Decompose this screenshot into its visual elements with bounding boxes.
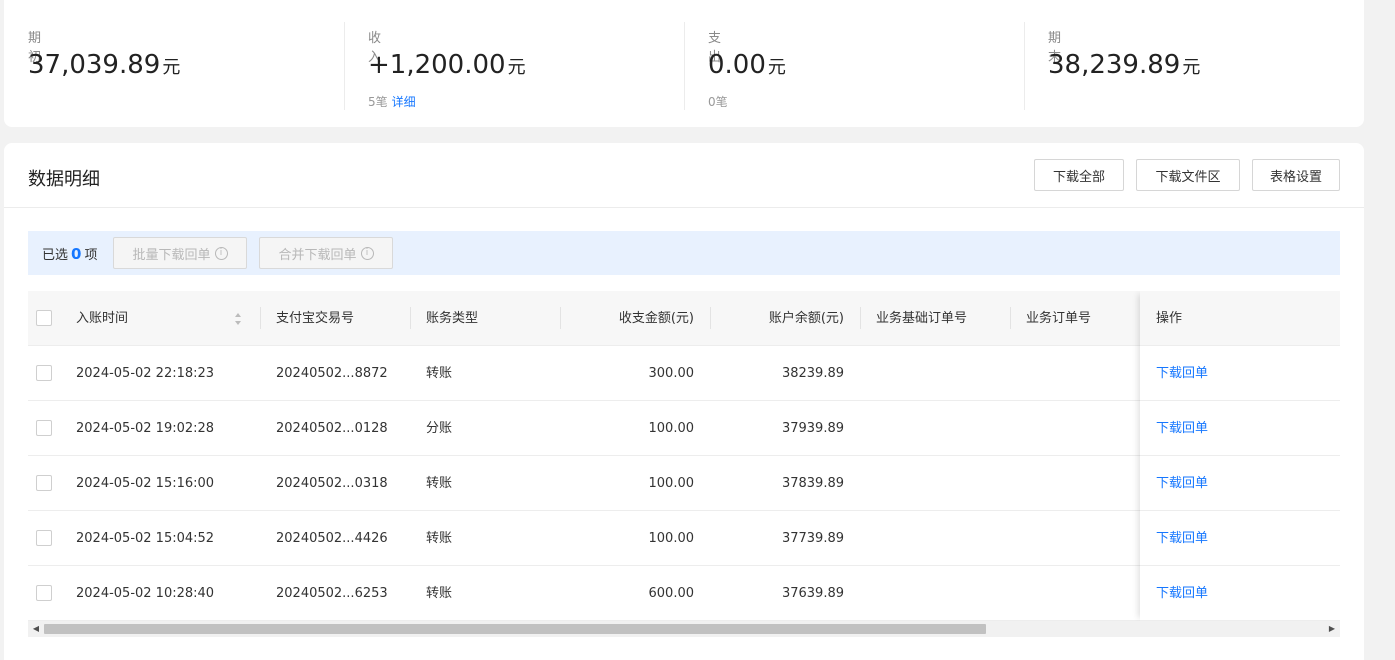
- table-settings-button[interactable]: 表格设置: [1252, 159, 1340, 191]
- detail-title: 数据明细: [28, 169, 100, 190]
- cell-balance: 38239.89: [781, 366, 844, 381]
- selection-prefix: 已选: [42, 248, 69, 263]
- header-divider: [4, 207, 1364, 208]
- download-all-button[interactable]: 下载全部: [1034, 159, 1124, 191]
- opening-value: 37,039.89 元: [28, 50, 180, 80]
- expense-unit: 元: [767, 57, 786, 78]
- cell-balance: 37739.89: [781, 531, 844, 546]
- col-header-trade-no: 支付宝交易号: [276, 311, 355, 326]
- col-header-type: 账务类型: [426, 311, 479, 326]
- closing-unit: 元: [1182, 57, 1201, 78]
- cell-trade-no: 20240502...0128: [276, 421, 388, 436]
- download-receipt-link[interactable]: 下载回单: [1156, 511, 1208, 566]
- download-receipt-link[interactable]: 下载回单: [1156, 456, 1208, 511]
- closing-amount: 38,239.89: [1048, 50, 1181, 80]
- expense-count: 0笔: [708, 95, 728, 109]
- cell-trade-no: 20240502...8872: [276, 366, 388, 381]
- batch-download-button[interactable]: 批量下载回单 i: [113, 237, 247, 269]
- cell-time: 2024-05-02 10:28:40: [76, 586, 215, 601]
- cell-type: 转账: [426, 531, 453, 546]
- table-row: 2024-05-02 15:16:00 20240502...0318 转账 1…: [28, 456, 1340, 511]
- income-value: +1,200.00 元: [368, 50, 526, 80]
- opening-amount: 37,039.89: [28, 50, 161, 80]
- scroll-left-arrow-icon[interactable]: ◀: [28, 621, 44, 637]
- income-count: 5笔: [368, 95, 388, 109]
- download-receipt-link[interactable]: 下载回单: [1156, 401, 1208, 456]
- column-separator: [860, 307, 861, 329]
- income-amount: +1,200.00: [368, 50, 506, 80]
- col-header-amount: 收支金额(元): [618, 311, 694, 326]
- row-checkbox[interactable]: [36, 420, 52, 436]
- download-receipt-link[interactable]: 下载回单: [1156, 346, 1208, 401]
- stat-divider: [1024, 22, 1025, 110]
- selection-count: 0: [71, 245, 82, 263]
- expense-sub: 0笔: [708, 93, 728, 110]
- data-detail-card: 数据明细 下载全部 下载文件区 表格设置 已选 0 项 批量下载回单 i 合并下载回…: [4, 143, 1364, 660]
- cell-trade-no: 20240502...4426: [276, 531, 388, 546]
- table-row: 2024-05-02 22:18:23 20240502...8872 转账 3…: [28, 346, 1340, 401]
- cell-amount: 600.00: [648, 586, 695, 601]
- cell-balance: 37839.89: [781, 476, 844, 491]
- select-all-checkbox[interactable]: [36, 310, 52, 326]
- scrollbar-thumb[interactable]: [44, 624, 986, 634]
- selection-suffix: 项: [84, 248, 98, 263]
- info-icon: i: [360, 246, 374, 260]
- col-header-base-order: 业务基础订单号: [876, 311, 968, 326]
- column-separator: [410, 307, 411, 329]
- income-detail-link[interactable]: 详细: [392, 95, 416, 109]
- cell-time: 2024-05-02 22:18:23: [76, 366, 215, 381]
- sort-icon[interactable]: [234, 312, 242, 326]
- income-sub: 5笔 详细: [368, 93, 416, 110]
- row-checkbox[interactable]: [36, 530, 52, 546]
- column-separator: [260, 307, 261, 329]
- closing-value: 38,239.89 元: [1048, 50, 1200, 80]
- cell-time: 2024-05-02 15:04:52: [76, 531, 215, 546]
- income-unit: 元: [507, 57, 526, 78]
- download-receipt-link[interactable]: 下载回单: [1156, 566, 1208, 621]
- cell-balance: 37639.89: [781, 586, 844, 601]
- cell-time: 2024-05-02 19:02:28: [76, 421, 215, 436]
- stat-divider: [344, 22, 345, 110]
- merge-download-label: 合并下载回单: [278, 247, 357, 263]
- cell-type: 分账: [426, 421, 453, 436]
- summary-card: 期初 37,039.89 元 收入 +1,200.00 元 5笔 详细 支出 0.00…: [4, 0, 1364, 127]
- col-header-order: 业务订单号: [1026, 311, 1092, 326]
- selection-bar: 已选 0 项 批量下载回单 i 合并下载回单 i: [28, 231, 1340, 275]
- opening-unit: 元: [162, 57, 181, 78]
- horizontal-scrollbar[interactable]: ◀ ▶: [28, 621, 1340, 637]
- col-header-time[interactable]: 入账时间: [76, 291, 128, 346]
- scroll-right-arrow-icon[interactable]: ▶: [1324, 621, 1340, 637]
- transactions-table: 入账时间 支付宝交易号 账务类型 收支金额(元) 账户余额(元) 业务基础订单号…: [28, 291, 1340, 621]
- expense-amount: 0.00: [708, 50, 766, 80]
- column-separator: [1010, 307, 1011, 329]
- cell-type: 转账: [426, 586, 453, 601]
- expense-value: 0.00 元: [708, 50, 786, 80]
- cell-amount: 300.00: [648, 366, 695, 381]
- cell-amount: 100.00: [648, 531, 695, 546]
- row-checkbox[interactable]: [36, 365, 52, 381]
- cell-time: 2024-05-02 15:16:00: [76, 476, 215, 491]
- row-checkbox[interactable]: [36, 585, 52, 601]
- selection-summary: 已选 0 项: [42, 244, 97, 263]
- row-checkbox[interactable]: [36, 475, 52, 491]
- cell-amount: 100.00: [648, 421, 695, 436]
- cell-balance: 37939.89: [781, 421, 844, 436]
- col-header-action: 操作: [1156, 311, 1183, 326]
- cell-trade-no: 20240502...6253: [276, 586, 388, 601]
- table-row: 2024-05-02 15:04:52 20240502...4426 转账 1…: [28, 511, 1340, 566]
- download-area-button[interactable]: 下载文件区: [1136, 159, 1240, 191]
- table-header: 入账时间 支付宝交易号 账务类型 收支金额(元) 账户余额(元) 业务基础订单号…: [28, 291, 1340, 346]
- cell-type: 转账: [426, 476, 453, 491]
- col-header-balance: 账户余额(元): [768, 311, 844, 326]
- table-row: 2024-05-02 19:02:28 20240502...0128 分账 1…: [28, 401, 1340, 456]
- cell-type: 转账: [426, 366, 453, 381]
- merge-download-button[interactable]: 合并下载回单 i: [259, 237, 393, 269]
- stat-divider: [684, 22, 685, 110]
- cell-amount: 100.00: [648, 476, 695, 491]
- cell-trade-no: 20240502...0318: [276, 476, 388, 491]
- batch-download-label: 批量下载回单: [132, 247, 211, 263]
- table-row: 2024-05-02 10:28:40 20240502...6253 转账 6…: [28, 566, 1340, 621]
- info-icon: i: [214, 246, 228, 260]
